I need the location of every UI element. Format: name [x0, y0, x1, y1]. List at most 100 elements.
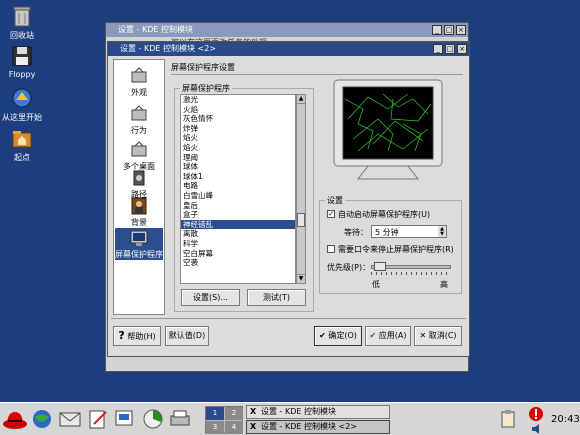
taskbar-task[interactable]: X 设置 - KDE 控制模块 <2>: [246, 420, 390, 434]
kde-x-icon: X: [250, 407, 257, 416]
pager-desktop-3[interactable]: 3: [206, 421, 224, 434]
clock: 20:43: [551, 414, 580, 425]
pager-desktop-2[interactable]: 2: [225, 407, 243, 420]
nav-item-label: 屏幕保护程序: [115, 250, 163, 259]
apply-check-icon: ✔: [369, 331, 377, 340]
maximize-icon[interactable]: □: [445, 44, 455, 54]
screensaver-list-item[interactable]: 理阈: [181, 153, 295, 163]
slider-ticks: [371, 272, 451, 275]
desktop-icon-label: 从这里开始: [2, 113, 42, 122]
ok-button[interactable]: ✔ 确定(O): [314, 326, 362, 346]
nav-item-label: 行为: [131, 126, 147, 135]
printer-icon[interactable]: [168, 408, 192, 430]
screensaver-list-item[interactable]: 神经错乱: [181, 219, 295, 230]
taskbar: 1 2 3 4 X 设置 - KDE 控制模块 X 设置 - KDE 控制模块 …: [0, 402, 580, 435]
desktop-icon-home[interactable]: 起点: [0, 126, 44, 163]
background-icon: [129, 196, 149, 216]
screensaver-list-item[interactable]: 空白屏幕: [181, 249, 295, 259]
priority-label: 优先级(P)：: [327, 263, 371, 272]
test-button[interactable]: 测试(T): [247, 289, 306, 306]
scrollbar-down-icon[interactable]: ▼: [297, 274, 305, 283]
presentation-icon[interactable]: [113, 408, 137, 430]
kde-x-icon: X: [250, 422, 257, 431]
section-title: 屏幕保护程序设置: [171, 63, 235, 72]
screensaver-list-item[interactable]: 焰火: [181, 143, 295, 153]
auto-start-label: 自动启动屏幕保护程序(U): [338, 210, 431, 219]
module-nav[interactable]: 外观 行为 多个桌面 路径 背景 屏幕保护程序: [113, 59, 165, 315]
minimize-icon[interactable]: _: [433, 44, 443, 54]
screensaver-list-item[interactable]: 白雪山峰: [181, 191, 295, 201]
spin-down-icon[interactable]: ▼: [438, 231, 446, 237]
require-password-label: 需要口令来停止屏幕保护程序(R): [338, 245, 454, 254]
screensaver-list-item[interactable]: 科学: [181, 239, 295, 249]
list-scrollbar[interactable]: ▲ ▼: [296, 94, 306, 284]
screensaver-list-item[interactable]: 空袭: [181, 258, 295, 268]
nav-item-behavior[interactable]: 行为: [115, 104, 163, 136]
screensaver-list-item[interactable]: 灰色情怀: [181, 114, 295, 124]
floppy-icon: [10, 44, 34, 68]
require-password-checkbox[interactable]: [327, 245, 335, 253]
maximize-icon[interactable]: □: [444, 25, 454, 35]
minimize-icon[interactable]: _: [432, 25, 442, 35]
slider-handle[interactable]: [374, 262, 387, 271]
nav-item-label: 背景: [131, 218, 147, 227]
cancel-label: 取消(C): [428, 331, 457, 340]
screensaver-list-item[interactable]: 焰火: [181, 133, 295, 143]
auto-start-checkbox[interactable]: ✓: [327, 210, 335, 218]
desktop-icon-label: Floppy: [8, 70, 36, 79]
desktop-icon-floppy[interactable]: Floppy: [0, 44, 44, 79]
spreadsheet-icon[interactable]: [141, 408, 165, 430]
desktop-icon-start-here[interactable]: 从这里开始: [0, 86, 44, 123]
setup-button[interactable]: 设置(S)...: [181, 289, 240, 306]
writer-icon[interactable]: [86, 408, 110, 430]
cancel-button[interactable]: ✕ 取消(C): [414, 326, 462, 346]
redhat-menu-icon[interactable]: [2, 406, 28, 432]
settings-group-label: 设置: [325, 195, 345, 206]
screensaver-list[interactable]: 激光 火焰 灰色情怀 炸弹 焰火 焰火 理阈 球体 球体1 电路 白雪山峰 皇后 盒子 神经错乱 离散 科学空…: [180, 94, 296, 284]
default-button[interactable]: 默认值(D): [165, 326, 209, 346]
priority-low-label: 低: [372, 280, 380, 289]
trash-icon: [10, 4, 34, 28]
screensaver-list-item[interactable]: 皇后: [181, 201, 295, 211]
desktop-pager[interactable]: 1 2 3 4: [205, 406, 243, 434]
browser-icon[interactable]: [31, 408, 53, 430]
multiple-desktops-icon: [129, 140, 149, 160]
wait-spinbox[interactable]: 5 分钟 ▲ ▼: [371, 225, 447, 238]
help-button[interactable]: ? 帮助(H): [113, 326, 161, 346]
close-icon[interactable]: ×: [456, 25, 466, 35]
priority-high-label: 高: [440, 280, 448, 289]
nav-item-screensaver[interactable]: 屏幕保护程序: [115, 228, 163, 260]
preview-monitor: [333, 79, 443, 183]
apply-button[interactable]: ✔ 应用(A): [365, 326, 411, 346]
cancel-icon: ✕: [419, 331, 427, 340]
wait-value: 5 分钟: [375, 228, 399, 237]
pager-desktop-1[interactable]: 1: [206, 407, 224, 420]
clipboard-icon[interactable]: [500, 410, 516, 428]
screensaver-list-item[interactable]: 球体1: [181, 172, 295, 182]
nav-item-appearance[interactable]: 外观: [115, 66, 163, 98]
scrollbar-up-icon[interactable]: ▲: [297, 95, 305, 104]
close-icon[interactable]: ×: [457, 44, 467, 54]
taskbar-task[interactable]: X 设置 - KDE 控制模块: [246, 405, 390, 419]
screensaver-list-item[interactable]: 火焰: [181, 105, 295, 115]
screensaver-list-item[interactable]: 炸弹: [181, 124, 295, 134]
volume-icon[interactable]: [531, 423, 543, 435]
update-alert-icon[interactable]: [528, 406, 544, 422]
screensaver-list-item[interactable]: 电路: [181, 181, 295, 191]
screensaver-icon: [129, 228, 149, 248]
back-window-titlebar[interactable]: 设置 - KDE 控制模块: [106, 23, 468, 37]
behavior-icon: [129, 104, 149, 124]
desktop-icon-trash[interactable]: 回收站: [0, 4, 44, 41]
pager-desktop-4[interactable]: 4: [225, 421, 243, 434]
priority-slider[interactable]: [371, 262, 451, 276]
screensaver-list-item[interactable]: 激光: [181, 95, 295, 105]
screensaver-list-item[interactable]: 离散: [181, 229, 295, 239]
desktop-icon-label: 回收站: [10, 31, 34, 40]
window-titlebar[interactable]: 设置 - KDE 控制模块 <2>: [108, 42, 469, 56]
section-divider: [171, 74, 463, 75]
nav-item-background[interactable]: 背景: [115, 196, 163, 228]
screensaver-list-item[interactable]: 盒子: [181, 210, 295, 220]
screensaver-list-item[interactable]: 球体: [181, 162, 295, 172]
scrollbar-thumb[interactable]: [297, 213, 305, 227]
email-icon[interactable]: [58, 408, 82, 430]
